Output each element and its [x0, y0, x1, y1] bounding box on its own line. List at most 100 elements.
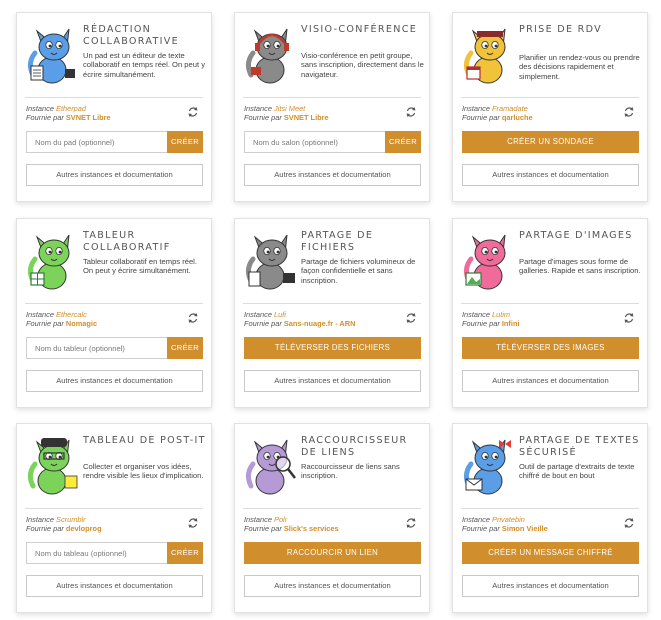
- card-title: Partage de textes sécurisé: [519, 435, 640, 458]
- more-instances-button[interactable]: Autres instances et documentation: [26, 164, 203, 186]
- instance-link[interactable]: Privatebin: [492, 515, 525, 524]
- instance-info: Instance Framadate Fournie par qarluche: [462, 104, 533, 122]
- upload-images-button[interactable]: TÉLÉVERSER DES IMAGES: [462, 337, 639, 359]
- instance-info: Instance Polr Fournie par Slick's servic…: [244, 515, 339, 533]
- refresh-icon[interactable]: [187, 312, 199, 324]
- card-description: Un pad est un éditeur de texte collabora…: [83, 51, 205, 79]
- card-description: Partage d'images sous forme de galleries…: [519, 257, 641, 276]
- divider: [25, 303, 203, 304]
- refresh-icon[interactable]: [405, 312, 417, 324]
- card-partage-de-textes-securise: Partage de textes sécurisé Outil de part…: [452, 423, 648, 613]
- instance-info: Instance Lufi Fournie par Sans-nuage.fr …: [244, 310, 356, 328]
- card-title: Partage d'images: [519, 230, 633, 241]
- card-title: Tableau de post-it: [83, 435, 206, 446]
- divider: [243, 508, 421, 509]
- card-redaction-collaborative: Rédaction collaborative Un pad est un éd…: [16, 12, 212, 202]
- name-input[interactable]: [26, 542, 167, 564]
- upload-files-button[interactable]: TÉLÉVERSER DES FICHIERS: [244, 337, 421, 359]
- more-instances-button[interactable]: Autres instances et documentation: [26, 575, 203, 597]
- instance-link[interactable]: Framadate: [492, 104, 528, 113]
- instance-info: Instance Etherpad Fournie par SVNET Libr…: [26, 104, 111, 122]
- card-description: Raccourcisseur de liens sans inscription…: [301, 462, 400, 481]
- card-tableau-de-post-it: Tableau de post-it Collecter et organise…: [16, 423, 212, 613]
- instance-link[interactable]: Lutim: [492, 310, 510, 319]
- provider-link[interactable]: devloprog: [66, 524, 102, 533]
- magnifier-cat-icon: [245, 439, 296, 495]
- more-instances-button[interactable]: Autres instances et documentation: [462, 370, 639, 392]
- card-description: Partage de fichiers volumineux de façon …: [301, 257, 416, 285]
- instance-info: Instance Jitsi Meet Fournie par SVNET Li…: [244, 104, 329, 122]
- create-button[interactable]: CRÉER: [167, 131, 203, 153]
- services-grid: Rédaction collaborative Un pad est un éd…: [0, 0, 661, 620]
- provider-link[interactable]: Infini: [502, 319, 520, 328]
- create-button[interactable]: CRÉER: [167, 542, 203, 564]
- more-instances-button[interactable]: Autres instances et documentation: [26, 370, 203, 392]
- provider-link[interactable]: SVNET Libre: [284, 113, 329, 122]
- card-title: Rédaction collaborative: [83, 24, 179, 47]
- more-instances-button[interactable]: Autres instances et documentation: [462, 164, 639, 186]
- file-cat-icon: [245, 234, 295, 290]
- create-encrypted-message-button[interactable]: CRÉER UN MESSAGE CHIFFRÉ: [462, 542, 639, 564]
- provider-link[interactable]: Nomagic: [66, 319, 97, 328]
- name-input[interactable]: [26, 337, 167, 359]
- shorten-link-button[interactable]: RACCOURCIR UN LIEN: [244, 542, 421, 564]
- image-cat-icon: [463, 234, 506, 290]
- refresh-icon[interactable]: [405, 517, 417, 529]
- refresh-icon[interactable]: [623, 517, 635, 529]
- provider-link[interactable]: SVNET Libre: [66, 113, 111, 122]
- instance-info: Instance Lutim Fournie par Infini: [462, 310, 520, 328]
- create-button[interactable]: CRÉER: [385, 131, 421, 153]
- card-tableur-collaboratif: Tableur collaboratif Tableur collaborati…: [16, 218, 212, 408]
- provider-link[interactable]: qarluche: [502, 113, 533, 122]
- name-input[interactable]: [244, 131, 385, 153]
- card-prise-de-rdv: Prise de RDV Planifier un rendez-vous ou…: [452, 12, 648, 202]
- post-it-cat-icon: [27, 438, 78, 495]
- instance-info: Instance Privatebin Fournie par Simon Vi…: [462, 515, 548, 533]
- instance-link[interactable]: Polr: [274, 515, 287, 524]
- card-title: Prise de RDV: [519, 24, 603, 35]
- provider-link[interactable]: Sans-nuage.fr - ARN: [284, 319, 356, 328]
- refresh-icon[interactable]: [187, 517, 199, 529]
- card-description: Tableur collaboratif en temps réel. On p…: [83, 257, 197, 276]
- more-instances-button[interactable]: Autres instances et documentation: [462, 575, 639, 597]
- card-description: Visio-conférence en petit groupe, sans i…: [301, 51, 424, 79]
- card-visio-conference: Visio-conférence Visio-conférence en pet…: [234, 12, 430, 202]
- name-input[interactable]: [26, 131, 167, 153]
- create-form: CRÉER: [26, 337, 203, 359]
- more-instances-button[interactable]: Autres instances et documentation: [244, 370, 421, 392]
- notepad-cat-icon: [27, 28, 75, 84]
- refresh-icon[interactable]: [187, 106, 199, 118]
- instance-link[interactable]: Jitsi Meet: [274, 104, 305, 113]
- divider: [25, 508, 203, 509]
- instance-link[interactable]: Ethercalc: [56, 310, 87, 319]
- provider-link[interactable]: Simon Vieille: [502, 524, 548, 533]
- divider: [243, 303, 421, 304]
- refresh-icon[interactable]: [623, 106, 635, 118]
- card-raccourcisseur-de-liens: Raccourcisseur de liens Raccourcisseur d…: [234, 423, 430, 613]
- create-form: CRÉER: [26, 542, 203, 564]
- create-button[interactable]: CRÉER: [167, 337, 203, 359]
- refresh-icon[interactable]: [405, 106, 417, 118]
- calendar-cat-icon: [463, 28, 506, 84]
- more-instances-button[interactable]: Autres instances et documentation: [244, 164, 421, 186]
- card-title: Raccourcisseur de liens: [301, 435, 408, 458]
- divider: [25, 97, 203, 98]
- card-title: Partage de fichiers: [301, 230, 374, 253]
- divider: [461, 508, 639, 509]
- card-title: Visio-conférence: [301, 24, 418, 35]
- more-instances-button[interactable]: Autres instances et documentation: [244, 575, 421, 597]
- card-description: Planifier un rendez-vous ou prendre des …: [519, 53, 640, 81]
- create-form: CRÉER: [26, 131, 203, 153]
- envelope-cat-icon: [463, 439, 511, 495]
- instance-link[interactable]: Scrumblr: [56, 515, 86, 524]
- instance-link[interactable]: Lufi: [274, 310, 286, 319]
- card-description: Collecter et organiser vos idées, rendre…: [83, 462, 204, 481]
- instance-link[interactable]: Etherpad: [56, 104, 86, 113]
- instance-info: Instance Ethercalc Fournie par Nomagic: [26, 310, 98, 328]
- refresh-icon[interactable]: [623, 312, 635, 324]
- provider-link[interactable]: Slick's services: [284, 524, 339, 533]
- card-partage-de-fichiers: Partage de fichiers Partage de fichiers …: [234, 218, 430, 408]
- instance-info: Instance Scrumblr Fournie par devloprog: [26, 515, 102, 533]
- create-poll-button[interactable]: CRÉER UN SONDAGE: [462, 131, 639, 153]
- card-partage-d-images: Partage d'images Partage d'images sous f…: [452, 218, 648, 408]
